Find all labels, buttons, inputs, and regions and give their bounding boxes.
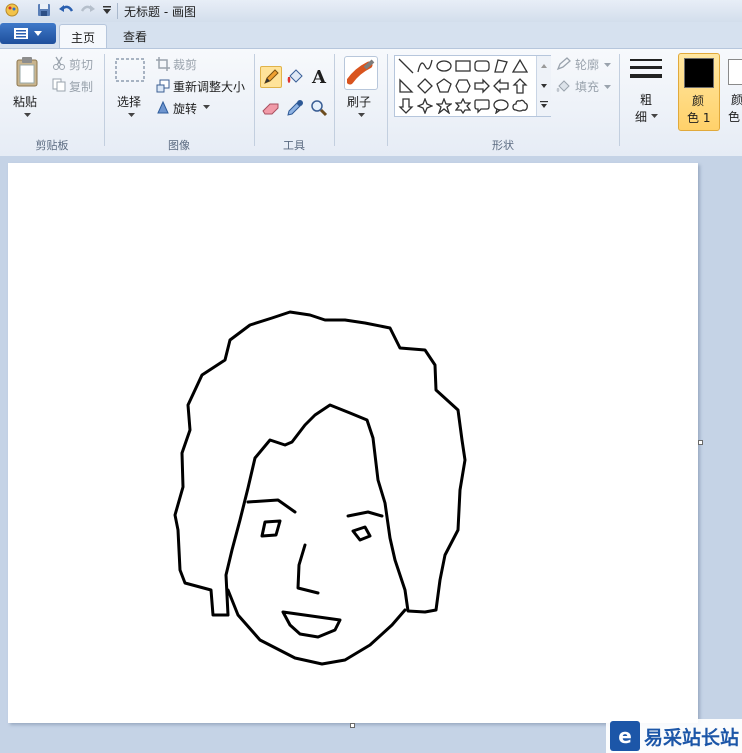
title-divider <box>117 3 118 19</box>
watermark: e 易采站长站 <box>606 719 742 753</box>
fill-style-icon[interactable] <box>556 79 572 93</box>
text-icon[interactable]: A <box>308 66 330 88</box>
group-divider <box>254 54 255 146</box>
polygon-shape-icon[interactable] <box>492 57 510 75</box>
color2-label-line2: 色 <box>728 110 741 124</box>
triangle-shape-icon[interactable] <box>511 57 529 75</box>
tools-group-label: 工具 <box>283 139 305 152</box>
cut-icon[interactable] <box>52 56 66 70</box>
paste-button-label[interactable]: 粘贴 <box>13 93 37 110</box>
color2-swatch <box>728 59 742 85</box>
paint-app-icon[interactable] <box>4 2 20 18</box>
pentagon-shape-icon[interactable] <box>435 77 453 95</box>
four-point-star-shape-icon[interactable] <box>416 97 434 115</box>
save-icon[interactable] <box>36 2 52 18</box>
resize-button-label[interactable]: 重新调整大小 <box>173 78 245 95</box>
size-label-line1[interactable]: 粗 <box>640 91 652 108</box>
crop-button-label[interactable]: 裁剪 <box>173 56 197 73</box>
chevron-down-icon <box>34 30 42 36</box>
oval-callout-shape-icon[interactable] <box>492 97 510 115</box>
rotate-button-label[interactable]: 旋转 <box>173 100 197 117</box>
rotate-dropdown-icon[interactable] <box>202 104 210 110</box>
paste-dropdown-icon[interactable] <box>23 112 31 118</box>
diamond-shape-icon[interactable] <box>416 77 434 95</box>
rounded-rectangle-shape-icon[interactable] <box>473 57 491 75</box>
watermark-text: 易采站长站 <box>644 726 740 749</box>
right-arrow-shape-icon[interactable] <box>473 77 491 95</box>
rounded-callout-shape-icon[interactable] <box>473 97 491 115</box>
select-icon[interactable] <box>115 57 145 85</box>
down-arrow-shape-icon[interactable] <box>397 97 415 115</box>
eraser-icon[interactable] <box>260 97 282 119</box>
five-point-star-shape-icon[interactable] <box>435 97 453 115</box>
color1-label-line2: 色 1 <box>687 111 711 125</box>
tab-home[interactable]: 主页 <box>59 24 107 49</box>
select-button-label[interactable]: 选择 <box>117 93 141 110</box>
copy-button-label[interactable]: 复制 <box>69 78 93 95</box>
resize-handle-bottom[interactable] <box>350 723 355 728</box>
hexagon-shape-icon[interactable] <box>454 77 472 95</box>
up-arrow-shape-icon[interactable] <box>511 77 529 95</box>
watermark-logo-icon: e <box>610 721 640 751</box>
clipboard-group-label: 剪贴板 <box>35 139 69 152</box>
cloud-callout-shape-icon[interactable] <box>511 97 529 115</box>
color2-label-line1: 颜 <box>731 93 742 107</box>
pencil-icon[interactable] <box>260 66 282 88</box>
color-picker-icon[interactable] <box>284 97 306 119</box>
size-icon[interactable] <box>628 56 664 86</box>
size-dropdown-icon[interactable] <box>650 113 658 119</box>
right-triangle-shape-icon[interactable] <box>397 77 415 95</box>
group-divider <box>619 54 620 146</box>
brushes-dropdown-icon[interactable] <box>357 112 365 118</box>
outline-button-label[interactable]: 轮廓 <box>575 56 599 73</box>
magnifier-icon[interactable] <box>308 97 330 119</box>
color2-button[interactable]: 颜 色 <box>724 53 742 131</box>
resize-handle-right[interactable] <box>698 440 703 445</box>
cut-button-label[interactable]: 剪切 <box>69 56 93 73</box>
menu-icon <box>14 28 28 39</box>
fill-icon[interactable] <box>284 66 306 88</box>
rotate-icon[interactable] <box>156 100 170 114</box>
crop-icon[interactable] <box>156 57 170 71</box>
paste-icon[interactable] <box>14 56 40 88</box>
redo-icon[interactable] <box>80 2 96 18</box>
face-drawing <box>173 310 467 666</box>
select-dropdown-icon[interactable] <box>127 112 135 118</box>
shapes-scrollbar[interactable] <box>536 56 551 116</box>
undo-icon[interactable] <box>58 2 74 18</box>
customize-icon[interactable] <box>99 2 115 18</box>
fill-button-label[interactable]: 填充 <box>575 78 599 95</box>
window-title: 无标题 - 画图 <box>124 5 196 19</box>
six-point-star-shape-icon[interactable] <box>454 97 472 115</box>
outline-icon[interactable] <box>556 57 572 71</box>
tab-view[interactable]: 查看 <box>112 24 158 48</box>
title-bar: 无标题 - 画图 <box>0 0 742 23</box>
application-menu-button[interactable] <box>0 23 56 44</box>
group-divider <box>334 54 335 146</box>
copy-icon[interactable] <box>52 78 66 92</box>
group-divider <box>387 54 388 146</box>
text-glyph: A <box>312 66 326 88</box>
shapes-gallery[interactable] <box>394 55 551 117</box>
color1-swatch <box>684 58 714 88</box>
size-label-line2[interactable]: 细 <box>635 108 647 125</box>
color1-label-line1: 颜 <box>692 94 705 108</box>
color1-button[interactable]: 颜 色 1 <box>678 53 720 131</box>
drawing-canvas[interactable] <box>8 163 698 723</box>
brushes-button-label[interactable]: 刷子 <box>347 93 371 110</box>
line-shape-icon[interactable] <box>397 57 415 75</box>
resize-icon[interactable] <box>156 79 170 93</box>
group-divider <box>104 54 105 146</box>
brush-icon[interactable] <box>344 56 378 90</box>
curve-shape-icon[interactable] <box>416 57 434 75</box>
rectangle-shape-icon[interactable] <box>454 57 472 75</box>
oval-shape-icon[interactable] <box>435 57 453 75</box>
shapes-group-label: 形状 <box>492 139 514 152</box>
left-arrow-shape-icon[interactable] <box>492 77 510 95</box>
image-group-label: 图像 <box>168 139 190 152</box>
outline-dropdown-icon[interactable] <box>603 62 611 68</box>
fill-dropdown-icon[interactable] <box>603 84 611 90</box>
